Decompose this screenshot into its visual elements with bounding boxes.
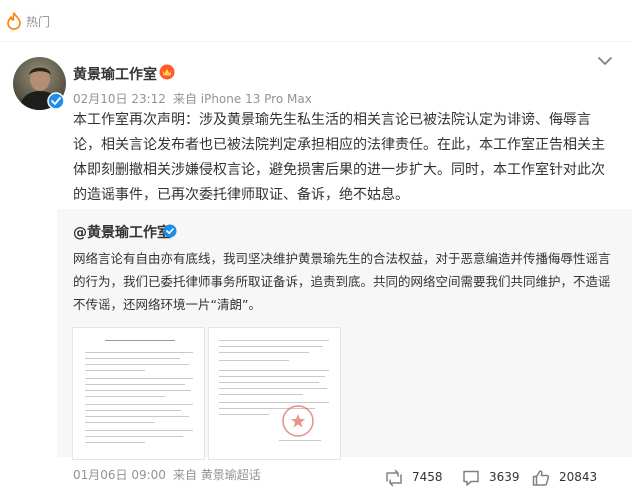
post-date[interactable]: 02月10日 23:12 [73, 92, 166, 106]
post-source: 来自 iPhone 13 Pro Max [172, 92, 312, 106]
comment-count: 3639 [489, 470, 520, 484]
vip-crown-icon[interactable] [159, 64, 175, 80]
repost-footer: 01月06日 09:00 来自 黄景瑜超话 [73, 466, 268, 483]
verified-icon [47, 92, 65, 110]
repost-count: 7458 [412, 470, 443, 484]
post-text-line: 本工作室再次声明：涉及黄景瑜先生私生活的相关言论已被法院认定为诽谤、侮辱言 [73, 112, 591, 128]
hot-label: 热门 [26, 15, 51, 29]
repost-card[interactable]: @黄景瑜工作室 网络言论有自由亦有底线，我司坚决维护黄景瑜先生的合法权益，对于恶… [57, 209, 632, 460]
fire-icon [7, 12, 21, 30]
comment-icon [463, 470, 479, 486]
post-text: 本工作室再次声明：涉及黄景瑜先生私生活的相关言论已被法院认定为诽谤、侮辱言 论，… [73, 108, 618, 208]
post-text-line: 论，相关言论发布者也已被法院判定承担相应的法律责任。在此，本工作室正告相关主 [73, 137, 605, 153]
seal-stamp-icon [282, 405, 314, 437]
document-image-2[interactable] [208, 327, 341, 460]
repost-source[interactable]: 来自 黄景瑜超话 [173, 468, 261, 482]
post-text-line: 的造谣事件，已再次委托律师取证、备诉，绝不姑息。 [73, 187, 409, 203]
repost-text-line: 的行为，我们已委托律师事务所取证备诉，追责到底。共同的网络空间需要我们共同维护，… [73, 274, 611, 289]
post-meta: 02月10日 23:12 来自 iPhone 13 Pro Max [73, 90, 319, 107]
repost-date[interactable]: 01月06日 09:00 [73, 468, 166, 482]
post-text-line: 体即刻删撤相关涉嫌侵权言论，避免损害后果的进一步扩大。同时，本工作室针对此次 [73, 162, 605, 178]
repost-text-line: 网络言论有自由亦有底线，我司坚决维护黄景瑜先生的合法权益，对于恶意编造并传播侮辱… [73, 251, 611, 266]
hot-bar: 热门 [0, 0, 632, 42]
repost-text-line: 不传谣，还网络环境一片“清朗”。 [73, 297, 261, 312]
like-icon [532, 470, 550, 486]
document-image-1[interactable] [72, 327, 205, 460]
author-name[interactable]: 黄景瑜工作室 [73, 64, 157, 84]
repost-author[interactable]: @黄景瑜工作室 [73, 222, 171, 242]
repost-text: 网络言论有自由亦有底线，我司坚决维护黄景瑜先生的合法权益，对于恶意编造并传播侮辱… [73, 247, 621, 316]
verified-icon [163, 224, 177, 238]
like-count: 20843 [559, 470, 598, 484]
chevron-down-icon[interactable] [596, 55, 614, 67]
repost-icon [386, 469, 402, 487]
